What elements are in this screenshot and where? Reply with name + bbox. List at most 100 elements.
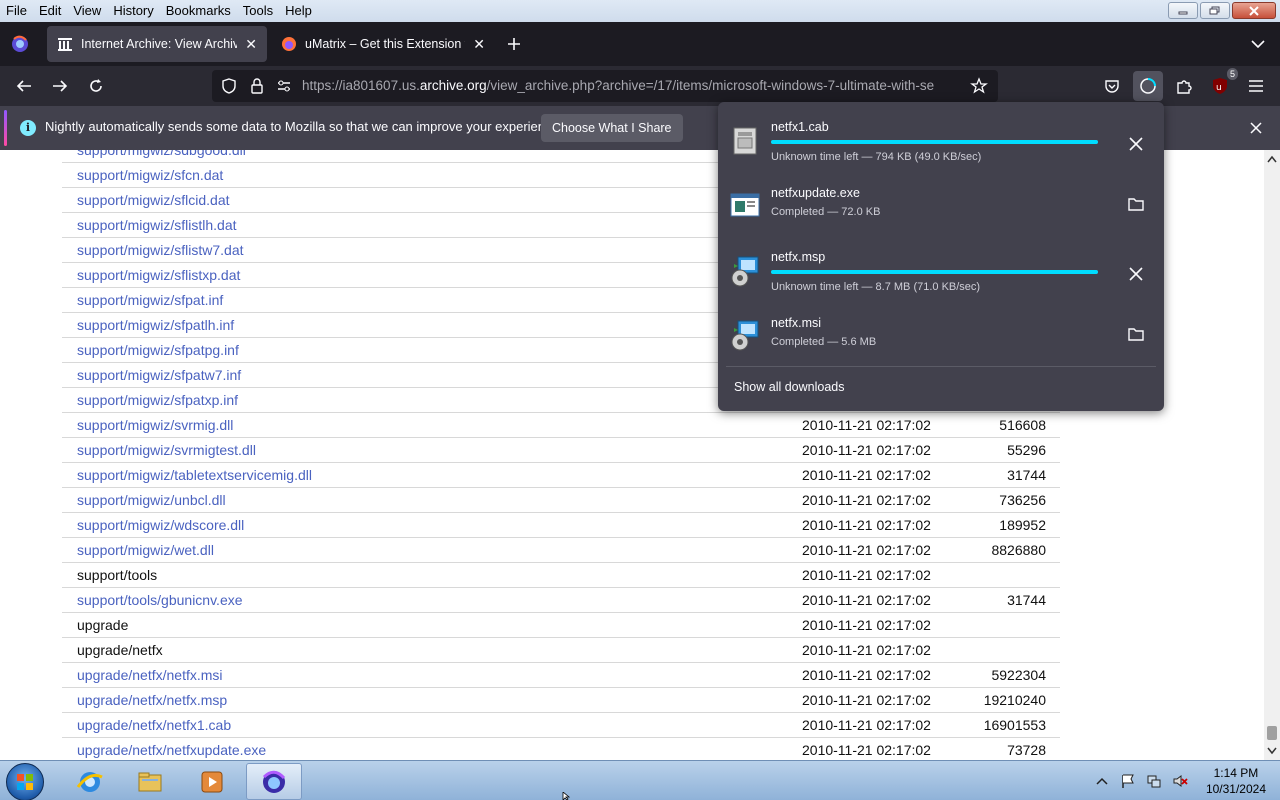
start-button[interactable] [6, 763, 44, 800]
bookmark-star-icon[interactable] [970, 77, 988, 95]
download-item[interactable]: netfx.msi Completed — 5.6 MB [718, 304, 1164, 368]
close-notification-icon[interactable] [1248, 120, 1264, 136]
download-progress-fill [771, 140, 1098, 144]
file-link[interactable]: support/migwiz/wet.dll [77, 538, 214, 562]
pocket-button[interactable] [1100, 74, 1124, 98]
network-icon[interactable] [1146, 773, 1162, 789]
directory-name: upgrade [77, 617, 129, 633]
file-link[interactable]: upgrade/netfx/netfx.msi [77, 663, 223, 687]
close-window-button[interactable] [1232, 2, 1276, 19]
show-all-downloads-button[interactable]: Show all downloads [734, 380, 845, 394]
menu-tools[interactable]: Tools [237, 1, 279, 21]
new-tab-button[interactable] [502, 32, 526, 56]
file-link[interactable]: support/migwiz/sfcn.dat [77, 163, 223, 187]
file-link[interactable]: support/migwiz/unbcl.dll [77, 488, 226, 512]
file-size: 31744 [1007, 467, 1046, 483]
menu-edit[interactable]: Edit [33, 1, 67, 21]
url-text[interactable]: https://ia801607.us.archive.org/view_arc… [302, 70, 958, 102]
file-link[interactable]: support/migwiz/sdbgood.dll [77, 150, 246, 162]
permissions-icon[interactable] [275, 77, 293, 95]
plus-icon [508, 38, 520, 50]
close-icon [1129, 267, 1143, 281]
directory-name: support/tools [77, 567, 158, 583]
file-link[interactable]: support/tools/gbunicnv.exe [77, 588, 243, 612]
file-link[interactable]: support/migwiz/tabletextservicemig.dll [77, 463, 312, 487]
app-menu-button[interactable] [1244, 74, 1268, 98]
clock-date: 10/31/2024 [1205, 782, 1266, 796]
download-item[interactable]: netfx.msp Unknown time left — 8.7 MB (71.… [718, 240, 1164, 304]
tab-close-icon[interactable]: ✕ [245, 36, 257, 53]
url-path: /view_archive.php?archive=/17/items/micr… [486, 78, 935, 93]
tab-title: uMatrix – Get this Extension for [305, 37, 466, 51]
taskbar-internet-explorer[interactable] [62, 763, 118, 800]
url-bar[interactable]: https://ia801607.us.archive.org/view_arc… [212, 70, 998, 102]
file-link[interactable]: upgrade/netfx/netfxupdate.exe [77, 738, 266, 760]
restore-icon [1209, 6, 1220, 14]
menu-view[interactable]: View [67, 1, 107, 21]
choose-what-i-share-button[interactable]: Choose What I Share [541, 114, 683, 142]
internet-explorer-icon [76, 771, 103, 792]
back-button[interactable] [12, 74, 36, 98]
volume-muted-icon[interactable] [1172, 773, 1188, 789]
file-link[interactable]: support/migwiz/wdscore.dll [77, 513, 244, 537]
taskbar-firefox-nightly[interactable] [246, 763, 302, 800]
file-link[interactable]: upgrade/netfx/netfx.msp [77, 688, 227, 712]
file-link[interactable]: support/migwiz/svrmigtest.dll [77, 438, 256, 462]
file-link[interactable]: upgrade/netfx/netfx1.cab [77, 713, 231, 737]
file-link[interactable]: support/migwiz/sfpatpg.inf [77, 338, 239, 362]
file-link[interactable]: support/migwiz/sfpatlh.inf [77, 313, 234, 337]
minimize-button[interactable] [1168, 2, 1198, 19]
clock-time: 1:14 PM [1213, 766, 1259, 780]
menu-file[interactable]: File [0, 1, 33, 21]
firefox-icon [282, 37, 296, 51]
tab-internet-archive[interactable]: Internet Archive: View Archive ✕ [47, 26, 267, 62]
file-link[interactable]: support/migwiz/sflistw7.dat [77, 238, 244, 262]
system-clock[interactable]: 1:14 PM 10/31/2024 [1206, 765, 1266, 797]
file-link[interactable]: support/migwiz/sfpatxp.inf [77, 388, 238, 412]
list-all-tabs-button[interactable] [1248, 34, 1268, 54]
cancel-download-button[interactable] [1126, 264, 1146, 284]
taskbar-file-explorer[interactable] [122, 763, 178, 800]
vertical-scrollbar[interactable] [1264, 150, 1280, 760]
menu-bookmarks[interactable]: Bookmarks [160, 1, 237, 21]
file-link[interactable]: support/migwiz/sfpatw7.inf [77, 363, 241, 387]
open-folder-button[interactable] [1126, 324, 1146, 344]
ublock-button[interactable]: u 5 [1208, 68, 1238, 98]
scrollbar-thumb[interactable] [1267, 726, 1277, 740]
menu-help[interactable]: Help [279, 1, 318, 21]
download-status: Unknown time left — 794 KB (49.0 KB/sec) [771, 151, 982, 163]
firefox-view-icon [12, 35, 28, 52]
folder-icon [138, 772, 162, 791]
show-hidden-icons-arrow-icon[interactable] [1094, 773, 1110, 789]
downloads-button[interactable] [1133, 71, 1163, 101]
file-row: support/migwiz/wdscore.dll 2010-11-21 02:… [62, 513, 1060, 538]
notification-accent [4, 110, 7, 146]
forward-button[interactable] [48, 74, 72, 98]
file-link[interactable]: support/migwiz/sfpat.inf [77, 288, 223, 312]
tab-close-icon[interactable]: ✕ [473, 36, 485, 53]
menu-history[interactable]: History [107, 1, 159, 21]
reload-button[interactable] [84, 74, 108, 98]
download-item[interactable]: netfx1.cab Unknown time left — 794 KB (49… [718, 110, 1164, 174]
action-center-flag-icon[interactable] [1120, 773, 1136, 789]
mouse-cursor-icon [562, 792, 571, 800]
scroll-up-arrow-icon[interactable] [1267, 154, 1277, 164]
file-row: upgrade/netfx/netfx1.cab 2010-11-21 02:17… [62, 713, 1060, 738]
tab-umatrix[interactable]: uMatrix – Get this Extension for ✕ [271, 26, 495, 62]
lock-icon[interactable] [248, 77, 266, 95]
restore-button[interactable] [1200, 2, 1230, 19]
taskbar-media-player[interactable] [184, 763, 240, 800]
file-row: upgrade/netfx/netfx.msp 2010-11-21 02:17:… [62, 688, 1060, 713]
file-link[interactable]: support/migwiz/sflcid.dat [77, 188, 230, 212]
file-size: 5922304 [991, 667, 1046, 683]
extensions-button[interactable] [1172, 74, 1196, 98]
file-link[interactable]: support/migwiz/sflistxp.dat [77, 263, 240, 287]
file-link[interactable]: support/migwiz/svrmig.dll [77, 413, 233, 437]
firefox-view-button[interactable] [6, 31, 34, 57]
file-link[interactable]: support/migwiz/sflistlh.dat [77, 213, 237, 237]
scroll-down-arrow-icon[interactable] [1267, 746, 1277, 756]
open-folder-button[interactable] [1126, 194, 1146, 214]
shield-icon[interactable] [220, 77, 238, 95]
download-item[interactable]: netfxupdate.exe Completed — 72.0 KB [718, 174, 1164, 238]
cancel-download-button[interactable] [1126, 134, 1146, 154]
